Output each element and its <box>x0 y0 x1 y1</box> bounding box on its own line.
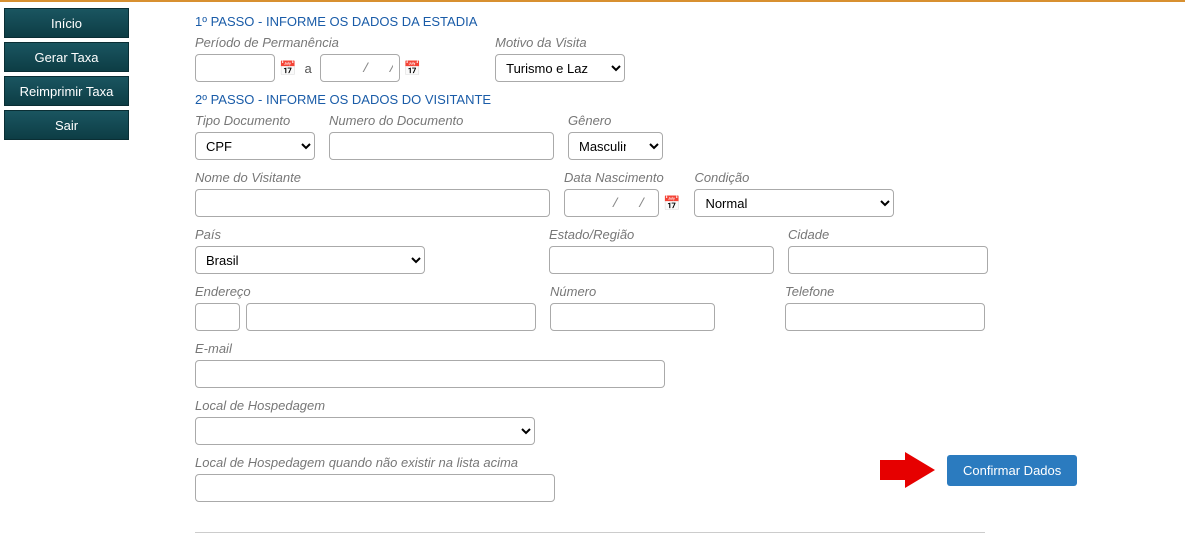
calendar-icon[interactable]: 📅 <box>279 60 296 77</box>
num-doc-input[interactable] <box>329 132 554 160</box>
cidade-label: Cidade <box>788 227 988 242</box>
calendar-icon[interactable]: 📅 <box>663 195 680 212</box>
divider <box>195 532 985 533</box>
date-from-input[interactable] <box>195 54 275 82</box>
sidebar-item-inicio[interactable]: Início <box>4 8 129 38</box>
step2-title: 2º PASSO - INFORME OS DADOS DO VISITANTE <box>195 92 1165 107</box>
telefone-input[interactable] <box>785 303 985 331</box>
pais-select[interactable]: Brasil <box>195 246 425 274</box>
nasc-input[interactable] <box>564 189 659 217</box>
num-doc-label: Numero do Documento <box>329 113 554 128</box>
local-label: Local de Hospedagem <box>195 398 535 413</box>
nome-label: Nome do Visitante <box>195 170 550 185</box>
cidade-input[interactable] <box>788 246 988 274</box>
pais-label: País <box>195 227 425 242</box>
email-input[interactable] <box>195 360 665 388</box>
cond-select[interactable]: Normal <box>694 189 894 217</box>
email-label: E-mail <box>195 341 665 356</box>
sidebar-item-sair[interactable]: Sair <box>4 110 129 140</box>
local-alt-input[interactable] <box>195 474 555 502</box>
endereco-input[interactable] <box>246 303 536 331</box>
endereco-pre-input[interactable] <box>195 303 240 331</box>
confirmar-button[interactable]: Confirmar Dados <box>947 455 1077 486</box>
nasc-label: Data Nascimento <box>564 170 680 185</box>
tipo-doc-select[interactable]: CPF <box>195 132 315 160</box>
estado-input[interactable] <box>549 246 774 274</box>
estado-label: Estado/Região <box>549 227 774 242</box>
periodo-label: Período de Permanência <box>195 35 421 50</box>
date-separator: a <box>304 61 311 76</box>
nome-input[interactable] <box>195 189 550 217</box>
date-to-input[interactable] <box>320 54 400 82</box>
numero-label: Número <box>550 284 715 299</box>
local-alt-label: Local de Hospedagem quando não existir n… <box>195 455 555 470</box>
sidebar-item-reimprimir-taxa[interactable]: Reimprimir Taxa <box>4 76 129 106</box>
sidebar: Início Gerar Taxa Reimprimir Taxa Sair <box>0 2 135 541</box>
endereco-label: Endereço <box>195 284 536 299</box>
numero-input[interactable] <box>550 303 715 331</box>
main-content: 1º PASSO - INFORME OS DADOS DA ESTADIA P… <box>135 2 1185 541</box>
calendar-icon[interactable]: 📅 <box>404 60 421 77</box>
genero-select[interactable]: Masculino <box>568 132 663 160</box>
motivo-select[interactable]: Turismo e Lazer <box>495 54 625 82</box>
genero-label: Gênero <box>568 113 663 128</box>
tipo-doc-label: Tipo Documento <box>195 113 315 128</box>
arrow-indicator <box>905 452 935 488</box>
motivo-label: Motivo da Visita <box>495 35 625 50</box>
telefone-label: Telefone <box>785 284 985 299</box>
cond-label: Condição <box>694 170 894 185</box>
local-select[interactable] <box>195 417 535 445</box>
step1-title: 1º PASSO - INFORME OS DADOS DA ESTADIA <box>195 14 1165 29</box>
sidebar-item-gerar-taxa[interactable]: Gerar Taxa <box>4 42 129 72</box>
